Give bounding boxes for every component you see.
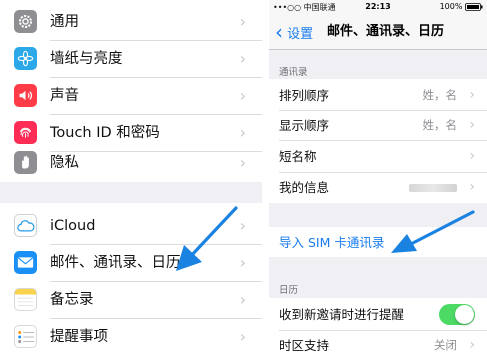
chevron-right-icon: › (469, 148, 475, 164)
row-label: 时区支持 (279, 338, 330, 353)
status-bar: •••○○ 中国联通 22:13 100% (269, 0, 487, 14)
chevron-right-icon: › (469, 117, 475, 133)
invitation-alert-toggle[interactable] (439, 304, 475, 325)
battery-icon (465, 2, 483, 11)
settings-item-reminders[interactable]: 提醒事项 › (0, 319, 262, 355)
toggle-knob (455, 305, 474, 324)
chevron-left-icon: ‹ (275, 20, 283, 44)
gear-icon (14, 10, 37, 33)
settings-group-1: 通用 › 墙纸与亮度 › 声音 › Touch ID 和密码 › 隐私 › (0, 0, 262, 182)
row-my-info[interactable]: 我的信息 › (269, 173, 487, 202)
settings-item-label: 墙纸与亮度 (50, 51, 123, 67)
annotation-arrow (391, 210, 475, 253)
row-value: 关闭 (434, 338, 457, 352)
settings-item-label: 提醒事项 (50, 329, 108, 345)
speaker-icon (14, 84, 37, 107)
cloud-icon (14, 214, 37, 237)
chevron-right-icon: › (469, 87, 475, 103)
battery-indicator: 100% (440, 2, 483, 11)
section-header-calendar: 日历 (279, 285, 299, 296)
contacts-group: 排列顺序 姓，名 › 显示顺序 姓，名 › 短名称 › 我的信息 › (269, 79, 487, 203)
chevron-right-icon: › (239, 327, 246, 346)
row-short-name[interactable]: 短名称 › (269, 142, 487, 171)
settings-item-label: 备忘录 (50, 292, 94, 308)
fingerprint-icon (14, 121, 37, 144)
settings-item-label: 隐私 (50, 155, 79, 171)
settings-item-sounds[interactable]: 声音 › (0, 78, 262, 114)
navigation-bar: ‹ 设置 邮件、通讯录、日历 (269, 14, 487, 50)
chevron-right-icon: › (469, 337, 475, 353)
row-value: 姓，名 (422, 118, 458, 132)
row-label: 短名称 (279, 149, 317, 164)
settings-item-label: 邮件、通讯录、日历 (50, 255, 181, 271)
divider (279, 140, 487, 141)
settings-item-wallpaper[interactable]: 墙纸与亮度 › (0, 41, 262, 77)
chevron-right-icon: › (239, 49, 246, 68)
page-title: 邮件、通讯录、日历 (327, 24, 445, 39)
settings-item-notes[interactable]: 备忘录 › (0, 282, 262, 318)
row-time-zone-support[interactable]: 时区支持 关闭 › (269, 331, 487, 360)
calendar-group: 收到新邀请时进行提醒 时区支持 关闭 › (269, 298, 487, 361)
settings-item-label: 声音 (50, 88, 79, 104)
notes-icon (14, 288, 37, 311)
import-sim-label: 导入 SIM 卡通讯录 (279, 235, 385, 250)
chevron-right-icon: › (239, 86, 246, 105)
wallpaper-flower-icon (14, 47, 37, 70)
row-label: 收到新邀请时进行提醒 (279, 307, 405, 322)
settings-item-general[interactable]: 通用 › (0, 4, 262, 40)
settings-item-label: 通用 (50, 14, 79, 30)
row-label: 我的信息 (279, 180, 330, 195)
mail-contacts-calendars-panel: •••○○ 中国联通 22:13 100% ‹ 设置 邮件、通讯录、日历 通讯录… (269, 0, 487, 361)
hand-icon (14, 151, 37, 174)
blurred-value (409, 184, 457, 192)
battery-percent: 100% (439, 2, 463, 11)
chevron-right-icon: › (239, 12, 246, 31)
row-label: 排列顺序 (279, 88, 330, 103)
reminders-icon (14, 325, 37, 348)
chevron-right-icon: › (239, 153, 246, 172)
row-display-order[interactable]: 显示顺序 姓，名 › (269, 111, 487, 140)
back-button[interactable]: ‹ 设置 (275, 14, 313, 50)
chevron-right-icon: › (469, 179, 475, 195)
mail-icon (14, 251, 37, 274)
row-new-invitation-alerts: 收到新邀请时进行提醒 (269, 300, 487, 329)
settings-item-privacy[interactable]: 隐私 › (0, 145, 262, 181)
section-header-contacts: 通讯录 (279, 67, 308, 78)
annotation-arrow (176, 206, 238, 271)
chevron-right-icon: › (239, 290, 246, 309)
row-label: 显示顺序 (279, 118, 330, 133)
settings-item-label: iCloud (50, 218, 96, 234)
row-sort-order[interactable]: 排列顺序 姓，名 › (269, 81, 487, 110)
row-value: 姓，名 (422, 88, 458, 102)
settings-panel: 通用 › 墙纸与亮度 › 声音 › Touch ID 和密码 › 隐私 › iC… (0, 0, 262, 361)
back-button-label: 设置 (287, 27, 314, 42)
